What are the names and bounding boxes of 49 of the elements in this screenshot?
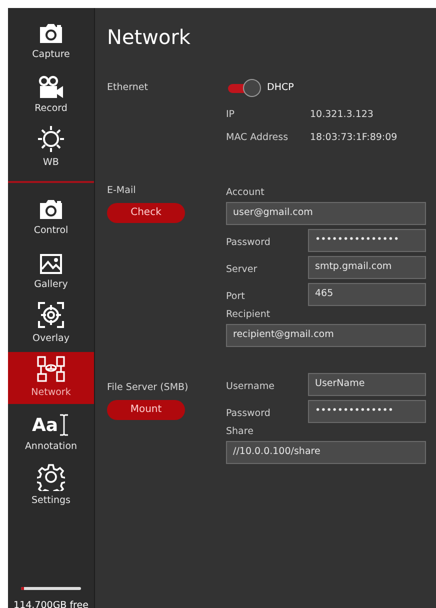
field-label: Share xyxy=(226,426,254,438)
settings-icon xyxy=(37,463,65,492)
input-field[interactable]: user@gmail.com xyxy=(226,202,426,224)
field-label: Recipient xyxy=(226,308,272,320)
input-field[interactable]: //10.0.0.100/share xyxy=(226,440,426,464)
section-label: Ethernet xyxy=(107,81,148,95)
input-field[interactable]: recipient@gmail.com xyxy=(226,324,426,346)
sidebar-item[interactable]: Gallery xyxy=(8,244,94,296)
field-label: Account xyxy=(226,186,266,198)
section-label: E-Mail xyxy=(107,184,136,198)
camera-icon xyxy=(38,23,64,46)
sidebar-item[interactable]: WB xyxy=(8,122,94,174)
sidebar-item[interactable]: Control xyxy=(8,190,94,242)
camera-icon xyxy=(38,199,64,222)
input-field[interactable]: •••••••••••••• xyxy=(308,400,426,422)
field-label: Port xyxy=(226,290,246,304)
info-value: 18:03:73:1F:89:09 xyxy=(310,131,398,146)
font-glyph: Aa xyxy=(32,415,58,438)
sidebar-item[interactable]: Network xyxy=(8,352,94,404)
info-label: MAC Address xyxy=(226,131,290,146)
storage-bar xyxy=(21,587,81,590)
text-cursor-icon xyxy=(58,413,70,438)
sidebar-item[interactable]: Overlay xyxy=(8,298,94,350)
info-label: IP xyxy=(226,108,236,122)
action-button[interactable]: Check xyxy=(107,202,185,222)
sun-icon xyxy=(37,125,65,154)
field-label: Username xyxy=(226,380,276,394)
field-label: Password xyxy=(226,236,272,250)
network-icon xyxy=(36,355,66,384)
action-button[interactable]: Mount xyxy=(107,400,185,420)
image-icon xyxy=(39,253,63,276)
field-label: Password xyxy=(226,406,272,421)
input-field[interactable]: UserName xyxy=(308,372,426,396)
sidebar-item[interactable]: Capture xyxy=(8,14,94,66)
crosshair-icon xyxy=(37,301,65,330)
info-value: 10.321.3.123 xyxy=(310,108,374,122)
section-label: File Server (SMB) xyxy=(107,380,188,394)
toggle-label: DHCP xyxy=(267,80,294,95)
input-field[interactable]: smtp.gmail.com xyxy=(308,256,426,278)
field-label: Server xyxy=(226,262,258,277)
sidebar-item[interactable]: Record xyxy=(8,68,94,120)
sidebar-item[interactable]: Aa Annotation xyxy=(8,406,94,458)
input-field[interactable]: ••••••••••••••• xyxy=(308,228,426,252)
toggle-switch[interactable] xyxy=(226,79,262,97)
input-field[interactable]: 465 xyxy=(308,282,426,306)
page-title: Network xyxy=(107,24,192,50)
sidebar-item[interactable]: Settings xyxy=(8,460,94,512)
storage-label: 114.700GB free xyxy=(12,600,90,608)
video-camera-icon xyxy=(37,75,65,100)
